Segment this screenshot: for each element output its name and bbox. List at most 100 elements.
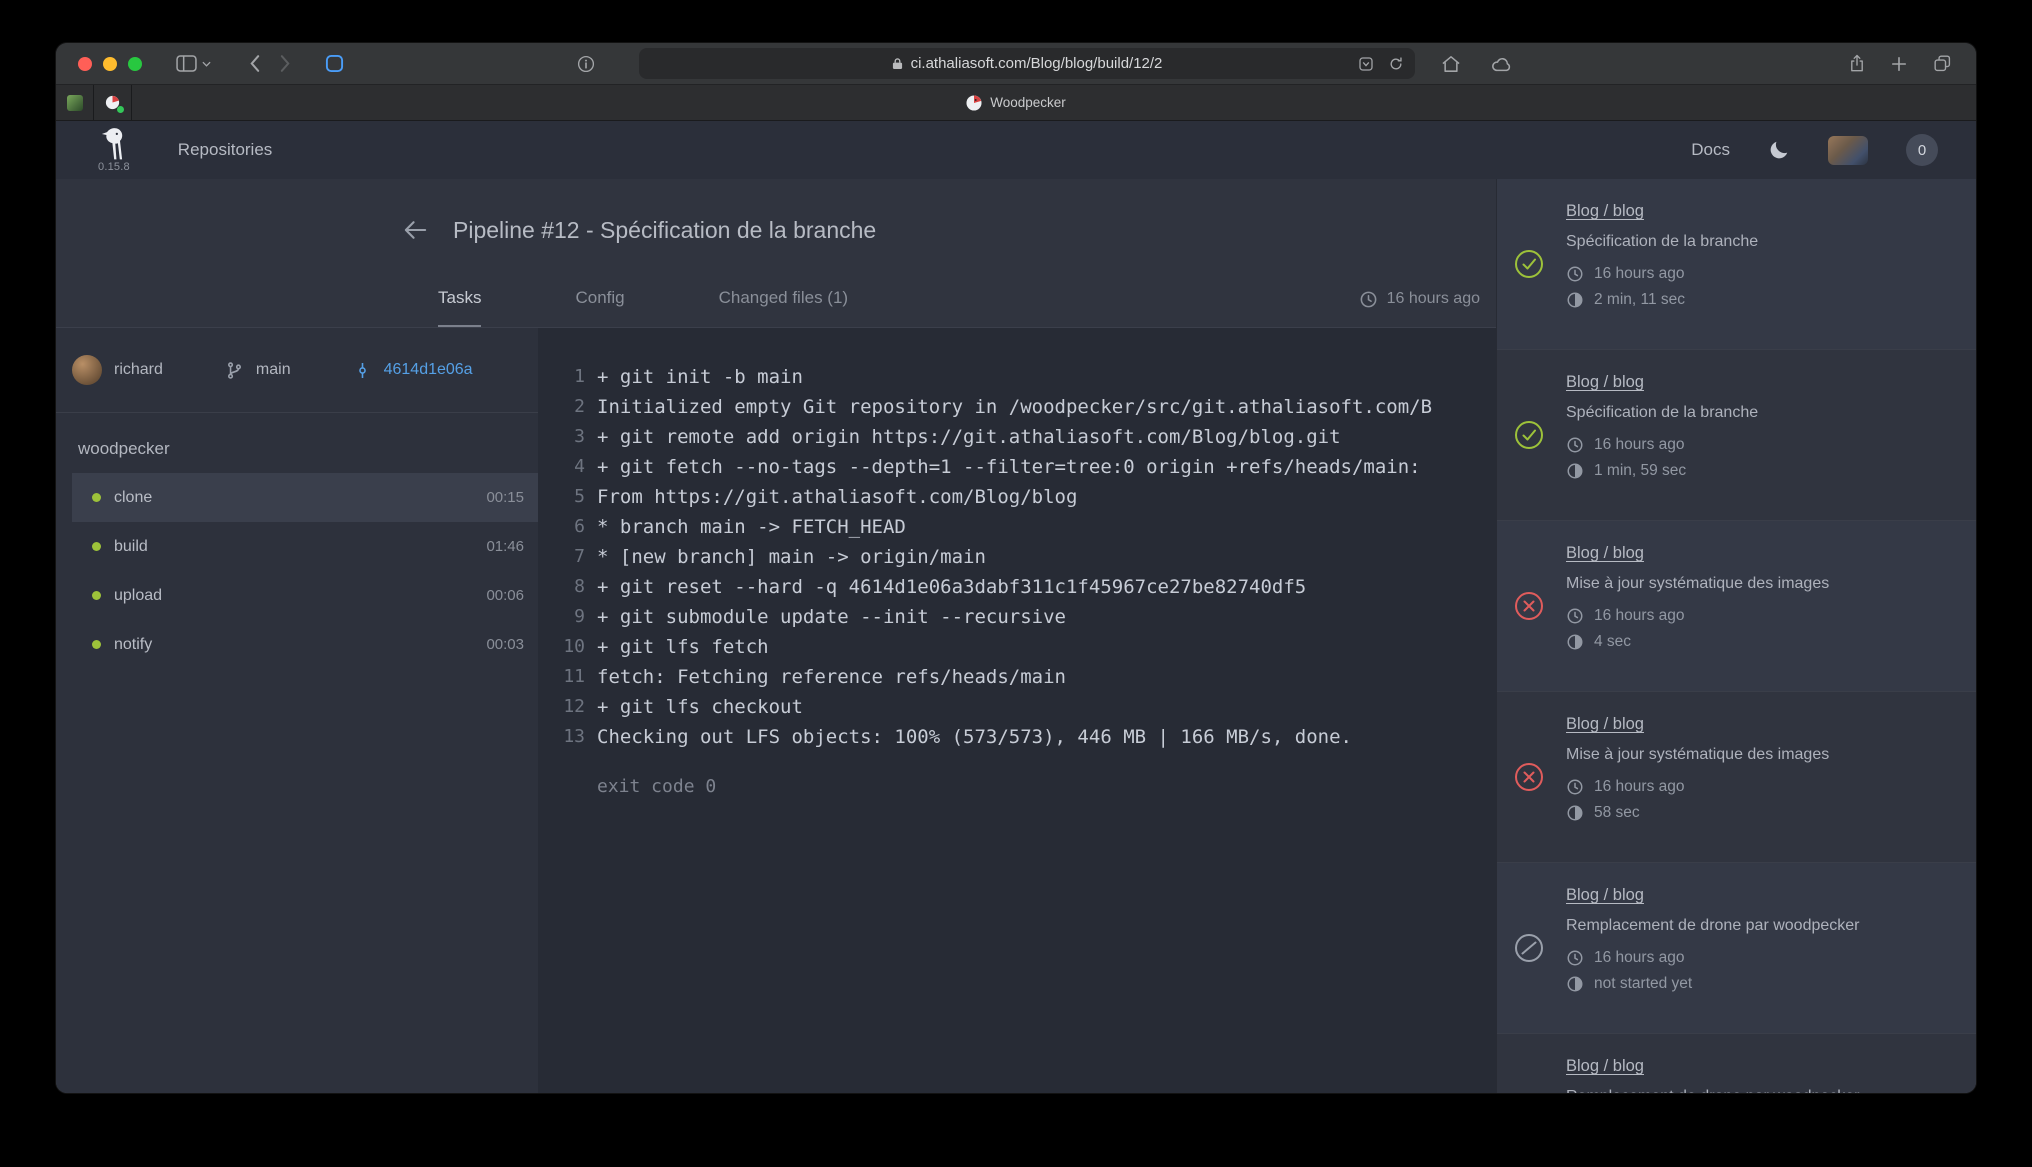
pipeline-title: Pipeline #12 - Spécification de la branc… — [453, 217, 876, 244]
build-duration-text: 58 sec — [1594, 804, 1640, 822]
build-repo-link[interactable]: Blog / blog — [1566, 886, 1644, 905]
task-panel: richard main 4614d1e06a — [56, 328, 538, 1093]
zoom-window-button[interactable] — [128, 57, 142, 71]
build-repo-link[interactable]: Blog / blog — [1566, 715, 1644, 734]
theme-toggle-moon-icon[interactable] — [1768, 139, 1790, 161]
log-line: 12 + git lfs checkout — [538, 692, 1496, 722]
build-time-text: 16 hours ago — [1594, 778, 1685, 796]
log-line-number: 7 — [538, 542, 585, 572]
clock-icon — [1359, 290, 1378, 309]
tab-config[interactable]: Config — [575, 271, 624, 327]
reload-icon[interactable] — [1388, 56, 1404, 72]
back-arrow-icon[interactable] — [402, 218, 429, 242]
app-logo[interactable]: 0.15.8 — [98, 127, 130, 173]
log-line-number: 4 — [538, 452, 585, 482]
active-tab[interactable]: Woodpecker — [132, 85, 1976, 120]
task-success-dot — [92, 493, 101, 502]
address-bar[interactable]: ci.athaliasoft.com/Blog/blog/build/12/2 — [639, 48, 1415, 79]
log-line-text: fetch: Fetching reference refs/heads/mai… — [597, 662, 1066, 692]
log-line-number: 8 — [538, 572, 585, 602]
back-button[interactable] — [249, 54, 260, 73]
build-status — [1514, 591, 1544, 621]
build-card[interactable]: Blog / blog Remplacement de drone par wo… — [1497, 1034, 1976, 1093]
notification-badge[interactable]: 0 — [1906, 134, 1938, 166]
build-time: 16 hours ago — [1566, 949, 1952, 967]
pinned-tab-1[interactable] — [56, 85, 94, 120]
url-text: ci.athaliasoft.com/Blog/blog/build/12/2 — [911, 55, 1163, 72]
task-name: notify — [114, 636, 152, 654]
commit-icon — [353, 361, 372, 380]
build-message: Spécification de la branche — [1566, 404, 1952, 422]
build-card[interactable]: Blog / blog Mise à jour systématique des… — [1497, 521, 1976, 692]
home-icon[interactable] — [1441, 55, 1461, 73]
website-settings-icon[interactable] — [1358, 56, 1374, 72]
nav-repositories-link[interactable]: Repositories — [178, 140, 273, 160]
log-line-number: 12 — [538, 692, 585, 722]
log-line: 4 + git fetch --no-tags --depth=1 --filt… — [538, 452, 1496, 482]
build-card[interactable]: Blog / blog Remplacement de drone par wo… — [1497, 863, 1976, 1034]
log-line: 13 Checking out LFS objects: 100% (573/5… — [538, 722, 1496, 752]
log-line: 3 + git remote add origin https://git.at… — [538, 422, 1496, 452]
build-status — [1514, 933, 1544, 963]
timelapse-icon — [1566, 975, 1584, 993]
task-list: clone 00:15 build 01:46 — [56, 473, 538, 669]
task-item[interactable]: clone 00:15 — [72, 473, 538, 522]
log-line-text: * branch main -> FETCH_HEAD — [597, 512, 906, 542]
nav-docs-link[interactable]: Docs — [1691, 140, 1730, 160]
sidebar-toggle-icon[interactable] — [176, 55, 211, 72]
commit-hash-link[interactable]: 4614d1e06a — [384, 361, 473, 379]
task-item[interactable]: build 01:46 — [72, 522, 538, 571]
log-line: 9 + git submodule update --init --recurs… — [538, 602, 1496, 632]
privacy-report-icon[interactable] — [577, 55, 595, 73]
pinned-tab-1-favicon — [67, 95, 83, 111]
log-line-text: * [new branch] main -> origin/main — [597, 542, 986, 572]
build-duration-text: 1 min, 59 sec — [1594, 462, 1686, 480]
task-item[interactable]: notify 00:03 — [72, 620, 538, 669]
close-window-button[interactable] — [78, 57, 92, 71]
author-item: richard — [72, 355, 163, 385]
log-line-text: Checking out LFS objects: 100% (573/573)… — [597, 722, 1352, 752]
commit-item[interactable]: 4614d1e06a — [353, 361, 473, 380]
tab-changed-files[interactable]: Changed files (1) — [719, 271, 848, 327]
icloud-tabs-icon[interactable] — [1491, 55, 1513, 72]
slash-circle-icon — [1514, 933, 1544, 963]
build-message: Mise à jour systématique des images — [1566, 746, 1952, 764]
build-card[interactable]: Blog / blog Mise à jour systématique des… — [1497, 692, 1976, 863]
log-line-text: + git lfs fetch — [597, 632, 769, 662]
build-card[interactable]: Blog / blog Spécification de la branche … — [1497, 179, 1976, 350]
log-line: 6 * branch main -> FETCH_HEAD — [538, 512, 1496, 542]
build-repo-link[interactable]: Blog / blog — [1566, 544, 1644, 563]
branch-name: main — [256, 361, 291, 379]
log-line: 7 * [new branch] main -> origin/main — [538, 542, 1496, 572]
new-tab-icon[interactable] — [1891, 56, 1907, 72]
build-time-text: 16 hours ago — [1594, 607, 1685, 625]
share-icon[interactable] — [1849, 53, 1865, 74]
build-message: Mise à jour systématique des images — [1566, 575, 1952, 593]
timelapse-icon — [1566, 633, 1584, 651]
pinned-tab-2[interactable] — [94, 85, 132, 120]
task-success-dot — [92, 591, 101, 600]
build-repo-link[interactable]: Blog / blog — [1566, 202, 1644, 221]
build-repo-link[interactable]: Blog / blog — [1566, 1057, 1644, 1076]
x-circle-icon — [1514, 762, 1544, 792]
build-time-text: 16 hours ago — [1594, 436, 1685, 454]
log-line-number: 13 — [538, 722, 585, 752]
log-output: 1 + git init -b main 2 Initialized empty… — [538, 328, 1496, 1093]
log-line-text: + git init -b main — [597, 362, 803, 392]
desktop-background: ci.athaliasoft.com/Blog/blog/build/12/2 — [0, 0, 2032, 1167]
log-line-number: 5 — [538, 482, 585, 512]
forward-button[interactable] — [280, 54, 291, 73]
app-navbar: 0.15.8 Repositories Docs 0 — [56, 121, 1976, 179]
log-line: 11 fetch: Fetching reference refs/heads/… — [538, 662, 1496, 692]
user-avatar[interactable] — [1828, 136, 1868, 165]
pipeline-header: Pipeline #12 - Spécification de la branc… — [56, 179, 1496, 328]
minimize-window-button[interactable] — [103, 57, 117, 71]
build-repo-link[interactable]: Blog / blog — [1566, 373, 1644, 392]
lock-icon — [892, 57, 903, 70]
task-item[interactable]: upload 00:06 — [72, 571, 538, 620]
tab-overview-icon[interactable] — [1933, 54, 1952, 73]
tab-group-icon[interactable] — [325, 54, 344, 73]
build-duration: not started yet — [1566, 975, 1952, 993]
build-card[interactable]: Blog / blog Spécification de la branche … — [1497, 350, 1976, 521]
tab-tasks[interactable]: Tasks — [438, 271, 481, 327]
